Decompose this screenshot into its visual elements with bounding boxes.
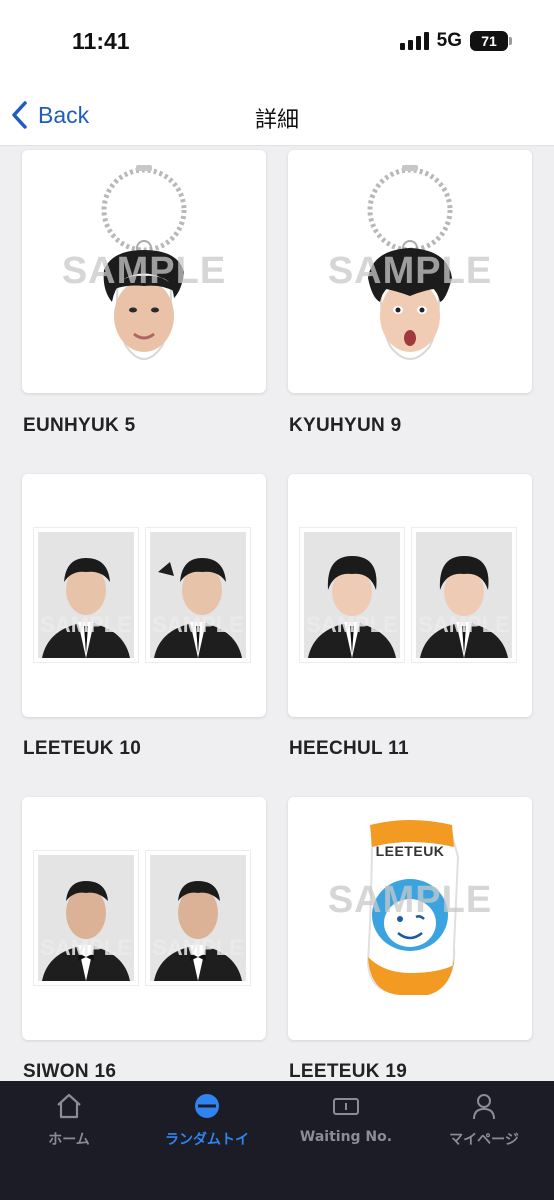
battery-icon: 71: [470, 31, 512, 51]
keychain-image: [367, 165, 453, 360]
sample-watermark: SAMPLE: [40, 935, 132, 960]
item-card-image[interactable]: SAMPLE SAMPLE: [22, 474, 266, 717]
sample-watermark: SAMPLE: [152, 612, 244, 637]
photo-card: SAMPLE: [34, 528, 138, 662]
cellular-signal-icon: [399, 32, 429, 50]
sock-image: [366, 820, 460, 995]
item-label: SIWON 16: [23, 1061, 117, 1081]
item-card-image[interactable]: SAMPLE SAMPLE: [22, 797, 266, 1040]
tab-label: Waiting No.: [299, 1129, 393, 1145]
photo-card: SAMPLE: [34, 851, 138, 985]
tab-bar: ホーム ランダムトイ Waiting No. マイページ: [0, 1081, 554, 1200]
photo-card-pair: SAMPLE SAMPLE: [34, 851, 254, 985]
navigation-bar: Back 詳細: [0, 84, 554, 146]
status-bar: 11:41 5G 71: [0, 0, 554, 84]
tab-home[interactable]: ホーム: [9, 1091, 129, 1161]
person-icon: [473, 1094, 495, 1120]
tab-random-toy[interactable]: ランダムトイ: [147, 1091, 267, 1161]
photo-card-pair: SAMPLE SAMPLE: [300, 528, 520, 662]
photo-card: SAMPLE: [146, 851, 250, 985]
page-title: 詳細: [254, 108, 299, 133]
sample-watermark: SAMPLE: [152, 935, 244, 960]
photo-card: SAMPLE: [412, 528, 516, 662]
item-card-image[interactable]: SAMPLE LEETEUK: [288, 797, 532, 1040]
sample-watermark: SAMPLE: [306, 612, 398, 637]
tab-waiting-number[interactable]: Waiting No.: [286, 1091, 406, 1161]
item-card-image[interactable]: SAMPLE SAMPLE: [288, 474, 532, 717]
status-indicators: 5G 71: [399, 30, 512, 52]
tab-label: ランダムトイ: [165, 1132, 249, 1148]
item-card-image[interactable]: SAMPLE: [22, 150, 266, 393]
tab-my-page[interactable]: マイページ: [424, 1091, 544, 1161]
item-label: LEETEUK 10: [23, 738, 142, 759]
random-toy-icon: [195, 1094, 219, 1118]
item-card-image[interactable]: SAMPLE: [288, 150, 532, 393]
photo-card: SAMPLE: [300, 528, 404, 662]
photo-card: SAMPLE: [146, 528, 250, 662]
photo-card-pair: SAMPLE SAMPLE: [34, 528, 254, 662]
network-type: 5G: [436, 30, 462, 51]
sock-print-text: LEETEUK: [375, 843, 445, 859]
item-label: KYUHYUN 9: [289, 415, 402, 436]
tab-label: マイページ: [449, 1132, 519, 1148]
ticket-icon: [333, 1098, 359, 1115]
item-label: EUNHYUK 5: [23, 415, 136, 436]
item-grid: SAMPLE EUNHYUK 5 SAMPLE KYUHYUN 9 SAMPLE…: [0, 147, 554, 1081]
sample-watermark: SAMPLE: [40, 612, 132, 637]
status-time: 11:41: [72, 28, 130, 54]
battery-level: 71: [481, 33, 497, 49]
keychain-image: [101, 165, 187, 360]
home-icon: [57, 1093, 81, 1119]
item-label: LEETEUK 19: [289, 1061, 408, 1081]
tab-label: ホーム: [48, 1132, 90, 1148]
item-label: HEECHUL 11: [289, 738, 409, 759]
sample-watermark: SAMPLE: [418, 612, 510, 637]
